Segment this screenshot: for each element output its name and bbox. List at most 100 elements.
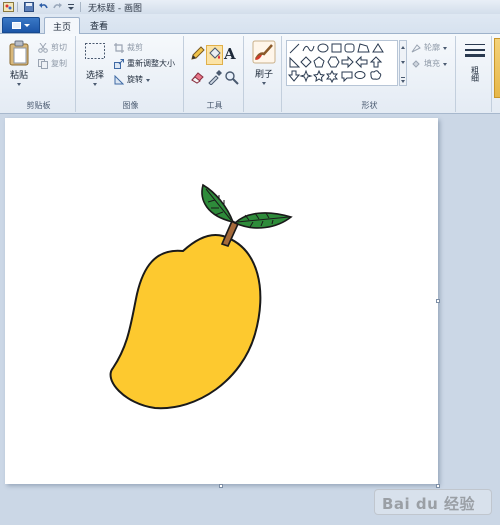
chevron-down-icon xyxy=(24,23,30,27)
rounded-rectangle-shape-icon xyxy=(344,43,355,53)
brush-icon xyxy=(252,40,276,64)
select-button[interactable]: 选择 xyxy=(82,42,108,86)
paste-label: 粘贴 xyxy=(9,71,28,81)
six-point-star-shape-icon xyxy=(325,69,339,84)
color-picker-tool-button[interactable] xyxy=(207,70,222,88)
hexagon-shape-icon xyxy=(327,56,340,68)
crop-label: 裁剪 xyxy=(127,43,143,52)
magnifier-icon xyxy=(225,71,239,85)
four-point-star-shape-icon xyxy=(299,69,313,83)
canvas-resize-handle-corner[interactable] xyxy=(436,484,440,488)
crop-button[interactable]: 裁剪 xyxy=(114,42,143,53)
outline-dropdown-arrow[interactable] xyxy=(443,47,447,50)
eraser-tool-button[interactable] xyxy=(190,70,205,88)
text-tool-button[interactable]: A xyxy=(224,45,236,63)
select-dropdown-arrow[interactable] xyxy=(93,83,97,86)
paint-menu-button[interactable] xyxy=(2,17,40,33)
canvas-work-area: Bai du 经验 xyxy=(0,114,500,525)
ribbon: 粘贴 剪切 复制 剪贴板 选择 裁剪 重新调整大小 旋转 图像 A 工具 刷子 … xyxy=(0,34,500,114)
size-label: 粗细 xyxy=(470,66,480,82)
resize-icon xyxy=(114,58,124,69)
diamond-shape-icon xyxy=(300,56,312,68)
oval-callout-shape-icon xyxy=(354,71,366,79)
canvas-resize-handle-right[interactable] xyxy=(436,299,440,303)
cloud-callout-shape-icon xyxy=(370,70,382,80)
fill-dropdown-arrow[interactable] xyxy=(443,63,447,66)
size-group: 粗细 xyxy=(458,36,492,112)
resize-button[interactable]: 重新调整大小 xyxy=(114,58,175,69)
undo-icon[interactable] xyxy=(37,2,49,13)
tab-view[interactable]: 查看 xyxy=(82,17,116,34)
brushes-button[interactable]: 刷子 xyxy=(250,40,278,85)
fill-icon xyxy=(412,59,420,68)
polygon-shape-icon xyxy=(357,43,370,53)
mango-leaf-right xyxy=(233,212,293,229)
image-group: 选择 裁剪 重新调整大小 旋转 图像 xyxy=(78,36,184,112)
gallery-scroll-arrows-icon xyxy=(401,46,405,83)
outline-button[interactable]: 轮廓 xyxy=(411,42,447,53)
size-button[interactable]: 粗细 xyxy=(462,42,488,82)
watermark-text: Bai du 经验 xyxy=(382,495,476,513)
customize-quick-access-icon[interactable] xyxy=(65,2,77,13)
pencil-tool-button[interactable] xyxy=(190,46,205,64)
title-separator xyxy=(80,2,81,12)
cut-button[interactable]: 剪切 xyxy=(38,42,67,53)
title-bar: 无标题 - 画图 xyxy=(0,0,500,14)
clipboard-group-label: 剪贴板 xyxy=(26,101,51,110)
eraser-icon xyxy=(191,72,204,84)
quick-access-separator xyxy=(17,2,18,12)
tab-home[interactable]: 主页 xyxy=(44,17,80,35)
copy-label: 复制 xyxy=(51,59,67,68)
rotate-label: 旋转 xyxy=(127,75,143,84)
rotate-button[interactable]: 旋转 xyxy=(114,74,150,85)
right-triangle-shape-icon xyxy=(289,56,301,68)
watermark: Bai du 经验 xyxy=(374,489,492,515)
pentagon-shape-icon xyxy=(313,56,325,68)
shapes-gallery-scroll[interactable] xyxy=(399,40,407,86)
fill-label: 填充 xyxy=(424,59,440,68)
line-thickness-icon xyxy=(465,44,485,57)
right-arrow-shape-icon xyxy=(341,55,354,69)
image-group-label: 图像 xyxy=(122,101,139,110)
tools-group-label: 工具 xyxy=(206,101,223,110)
canvas-resize-handle-bottom[interactable] xyxy=(219,484,223,488)
fill-tool-button[interactable] xyxy=(206,45,223,65)
scissors-icon xyxy=(38,42,48,53)
left-arrow-shape-icon xyxy=(355,55,368,69)
paste-button[interactable]: 粘贴 xyxy=(6,40,32,86)
outline-icon xyxy=(411,43,421,52)
down-arrow-shape-icon xyxy=(287,70,301,82)
shapes-gallery[interactable] xyxy=(286,40,398,86)
shapes-group-label: 形状 xyxy=(361,101,378,110)
copy-button[interactable]: 复制 xyxy=(38,58,67,69)
select-label: 选择 xyxy=(85,71,104,81)
rectangle-callout-shape-icon xyxy=(341,71,353,83)
rotate-icon xyxy=(114,74,124,84)
rotate-dropdown-arrow[interactable] xyxy=(146,79,150,82)
oval-shape-icon xyxy=(317,43,329,53)
color1-swatch-edge[interactable] xyxy=(494,38,500,98)
shapes-group: 轮廓 填充 形状 xyxy=(284,36,456,112)
magnifier-tool-button[interactable] xyxy=(224,70,239,88)
fill-button[interactable]: 填充 xyxy=(411,58,447,69)
clipboard-group: 粘贴 剪切 复制 剪贴板 xyxy=(2,36,76,112)
drawing-canvas[interactable] xyxy=(5,118,438,484)
copy-icon xyxy=(38,58,48,69)
pencil-icon xyxy=(191,46,205,60)
shapes-gallery-icons xyxy=(287,43,384,84)
brushes-dropdown-arrow[interactable] xyxy=(262,82,266,85)
paste-dropdown-arrow[interactable] xyxy=(17,83,21,86)
save-icon[interactable] xyxy=(23,2,35,13)
up-arrow-shape-icon xyxy=(369,56,383,68)
line-shape-icon xyxy=(289,43,300,54)
curve-shape-icon xyxy=(302,45,315,52)
window-title: 无标题 - 画图 xyxy=(88,3,142,14)
redo-icon[interactable] xyxy=(51,2,63,13)
outline-label: 轮廓 xyxy=(424,43,440,52)
triangle-shape-icon xyxy=(372,43,384,53)
paste-icon xyxy=(9,40,29,66)
paint-app-icon[interactable] xyxy=(2,2,14,13)
rectangle-shape-icon xyxy=(331,43,342,53)
crop-icon xyxy=(114,42,124,53)
brushes-group: 刷子 xyxy=(246,36,282,112)
